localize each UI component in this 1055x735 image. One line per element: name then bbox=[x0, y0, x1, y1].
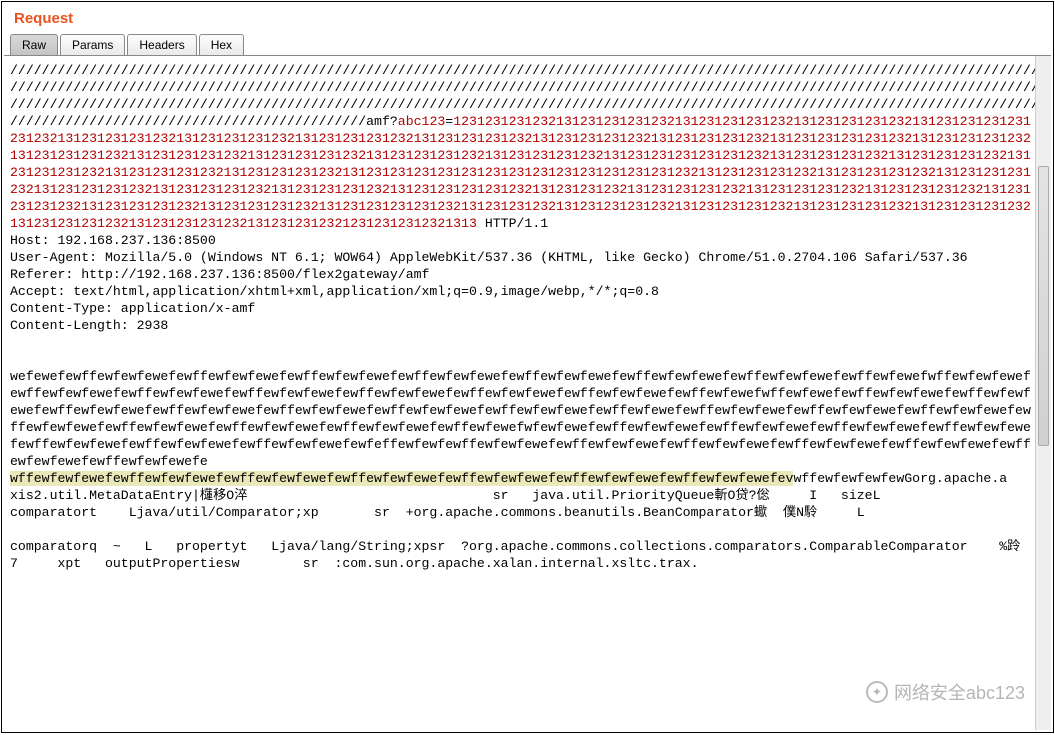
panel-header: Request bbox=[2, 2, 1053, 34]
tab-headers[interactable]: Headers bbox=[127, 34, 196, 55]
request-param-name: abc123 bbox=[398, 114, 445, 129]
header-referer: Referer: http://192.168.237.136:8500/fle… bbox=[10, 267, 429, 282]
header-host: Host: 192.168.237.136:8500 bbox=[10, 233, 216, 248]
header-user-agent: User-Agent: Mozilla/5.0 (Windows NT 6.1;… bbox=[10, 250, 968, 265]
request-path: /amf? bbox=[358, 114, 398, 129]
tab-params[interactable]: Params bbox=[60, 34, 125, 55]
tab-raw[interactable]: Raw bbox=[10, 34, 58, 55]
header-content-type: Content-Type: application/x-amf bbox=[10, 301, 255, 316]
equals: = bbox=[445, 114, 453, 129]
content-wrapper: ////////////////////////////////////////… bbox=[4, 55, 1051, 730]
body-few-highlighted: wffewfewfewefewffewfewfewefewffewfewfewe… bbox=[10, 471, 793, 486]
header-content-length: Content-Length: 2938 bbox=[10, 318, 168, 333]
scrollbar-thumb[interactable] bbox=[1038, 166, 1049, 446]
request-slashes-3: ////////////////////////////////////////… bbox=[10, 97, 1035, 112]
raw-request-text[interactable]: ////////////////////////////////////////… bbox=[4, 56, 1035, 730]
request-param-value: 1231231231232131231231231232131231231231… bbox=[10, 114, 1031, 231]
body-comparator-2: comparatorq ~ L propertyt Ljava/lang/Str… bbox=[10, 539, 1035, 571]
vertical-scrollbar[interactable] bbox=[1035, 56, 1051, 730]
body-few-pattern: wefewefewffewfewfewefewffewfewfewefewffe… bbox=[10, 369, 1031, 469]
header-accept: Accept: text/html,application/xhtml+xml,… bbox=[10, 284, 659, 299]
panel-title: Request bbox=[14, 10, 73, 27]
http-version: HTTP/1.1 bbox=[477, 216, 548, 231]
tabs-bar: Raw Params Headers Hex bbox=[2, 34, 1053, 55]
body-comparator-1: comparatort Ljava/util/Comparator;xp sr … bbox=[10, 505, 865, 520]
request-slashes-2: ////////////////////////////////////////… bbox=[10, 80, 1035, 95]
body-metadataentry: xis2.util.MetaDataEntry|櫣移O淬 sr java.uti… bbox=[10, 488, 881, 503]
request-slashes-4: ////////////////////////////////////////… bbox=[10, 114, 358, 129]
request-slashes-1: ////////////////////////////////////////… bbox=[10, 63, 1035, 78]
tab-hex[interactable]: Hex bbox=[199, 34, 244, 55]
request-panel: Request Raw Params Headers Hex /////////… bbox=[1, 1, 1054, 733]
body-few-tail: wffewfewfewfewGorg.apache.a bbox=[793, 471, 1007, 486]
